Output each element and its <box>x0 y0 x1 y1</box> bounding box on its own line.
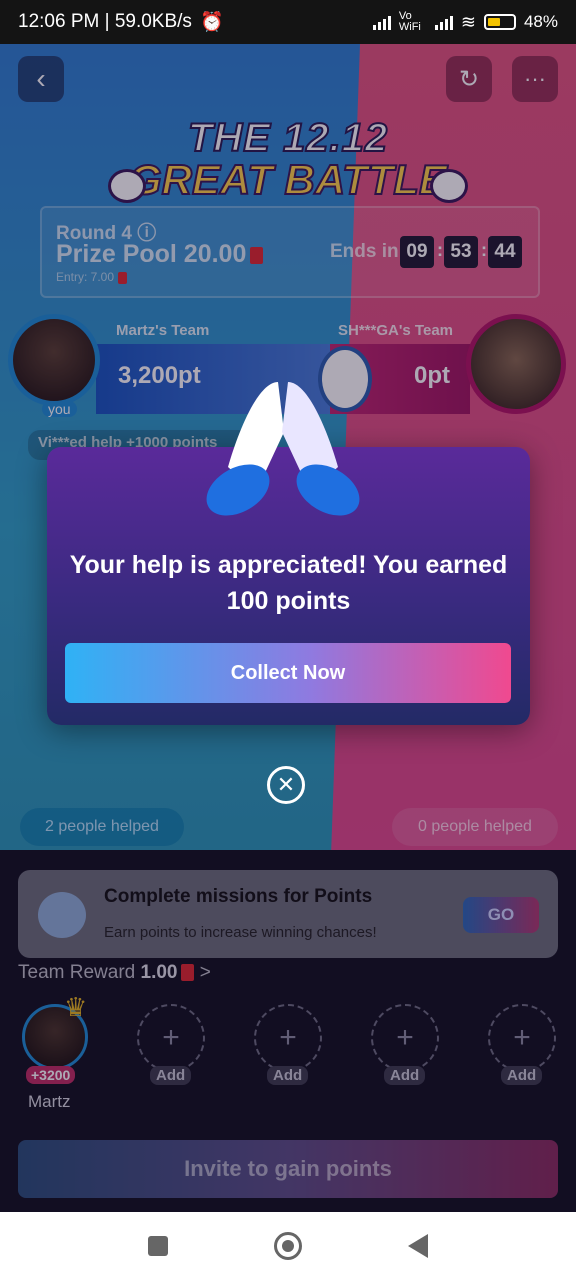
battery-icon <box>483 14 516 30</box>
timer-seconds: 44 <box>488 236 522 268</box>
refresh-button[interactable]: ↻ <box>446 56 492 102</box>
red-packet-icon <box>181 964 195 982</box>
praying-hands-icon <box>206 382 360 516</box>
go-button[interactable]: GO <box>463 897 539 933</box>
add-label: Add <box>501 1066 543 1085</box>
network-label: Vo WiFi <box>398 10 421 33</box>
back-icon[interactable] <box>408 1234 428 1258</box>
avatar[interactable] <box>8 314 100 406</box>
timer-colon: : <box>437 240 443 260</box>
close-icon[interactable]: ✕ <box>267 766 305 804</box>
prize-pool: Prize Pool 20.00 <box>56 240 264 269</box>
red-packet-icon <box>118 271 128 284</box>
member-name: Martz <box>28 1092 71 1111</box>
back-button[interactable]: ‹ <box>18 56 64 102</box>
plus-icon: + <box>396 1021 414 1054</box>
paw-icon <box>108 169 146 203</box>
mission-title: Complete missions for Points <box>104 886 373 907</box>
add-member-slot[interactable]: + <box>488 1004 556 1072</box>
add-member-slot[interactable]: + <box>137 1004 205 1072</box>
left-helped-count[interactable]: 2 people helped <box>20 808 184 846</box>
plus-icon: + <box>162 1021 180 1054</box>
right-team-name: SH***GA's Team <box>338 322 453 339</box>
team-reward-value: 1.00 <box>140 962 178 983</box>
signal-icon <box>372 14 391 30</box>
status-bar: 12:06 PM | 59.0KB/s ⏰ Vo WiFi ≋ 48% <box>0 0 576 44</box>
screen: 12:06 PM | 59.0KB/s ⏰ Vo WiFi ≋ 48% ‹ ↻ … <box>0 0 576 1280</box>
status-left: 12:06 PM | 59.0KB/s ⏰ <box>18 10 224 34</box>
team-reward-label: Team Reward <box>18 962 136 983</box>
plus-icon: + <box>513 1021 531 1054</box>
battery-percent: 48% <box>523 12 558 31</box>
more-icon: ··· <box>524 66 546 91</box>
title-line-2: GREAT BATTLE <box>128 155 448 204</box>
add-label: Add <box>150 1066 192 1085</box>
mission-subtitle: Earn points to increase winning chances! <box>104 924 377 941</box>
paw-icon <box>430 169 468 203</box>
system-nav-bar <box>0 1212 576 1280</box>
crown-icon: ♛ <box>64 992 88 1022</box>
paw-icon <box>38 892 86 938</box>
timer-hours: 09 <box>400 236 434 268</box>
timer-colon: : <box>481 240 487 260</box>
chevron-right-icon: > <box>199 962 211 983</box>
plus-icon: + <box>279 1021 297 1054</box>
add-label: Add <box>384 1066 426 1085</box>
entry-fee: Entry: 7.00 <box>56 270 128 284</box>
left-team-name: Martz's Team <box>116 322 210 339</box>
right-team-points: 0pt <box>414 362 450 389</box>
home-icon[interactable] <box>274 1232 302 1260</box>
chevron-left-icon: ‹ <box>36 63 46 94</box>
wifi-icon: ≋ <box>460 11 476 32</box>
add-member-slot[interactable]: + <box>371 1004 439 1072</box>
right-helped-count[interactable]: 0 people helped <box>392 808 558 846</box>
refresh-icon: ↻ <box>458 65 480 93</box>
signal-icon-2 <box>434 14 453 30</box>
you-badge: you <box>42 401 77 417</box>
invite-button[interactable]: Invite to gain points <box>18 1140 558 1198</box>
modal-message: Your help is appreciated! You earned 100… <box>69 551 508 615</box>
opponent-avatar[interactable] <box>466 314 566 414</box>
team-reward[interactable]: Team Reward 1.00 > <box>18 962 211 984</box>
timer-minutes: 53 <box>444 236 478 268</box>
alarm-icon: ⏰ <box>199 12 224 33</box>
recents-icon[interactable] <box>148 1236 168 1256</box>
left-team-points: 3,200pt <box>118 362 201 389</box>
add-member-slot[interactable]: + <box>254 1004 322 1072</box>
status-time: 12:06 PM | 59.0KB/s <box>18 11 192 32</box>
prize-pool-text: Prize Pool 20.00 <box>56 240 247 268</box>
title-line-1: THE 12.12 <box>187 115 389 161</box>
ends-in-label: Ends in <box>330 241 399 262</box>
more-button[interactable]: ··· <box>512 56 558 102</box>
collect-now-button[interactable]: Collect Now <box>65 643 511 703</box>
status-right: Vo WiFi ≋ 48% <box>372 10 558 33</box>
entry-text: Entry: 7.00 <box>56 270 115 284</box>
add-label: Add <box>267 1066 309 1085</box>
red-packet-icon <box>250 246 264 264</box>
member-points: +3200 <box>26 1066 76 1084</box>
